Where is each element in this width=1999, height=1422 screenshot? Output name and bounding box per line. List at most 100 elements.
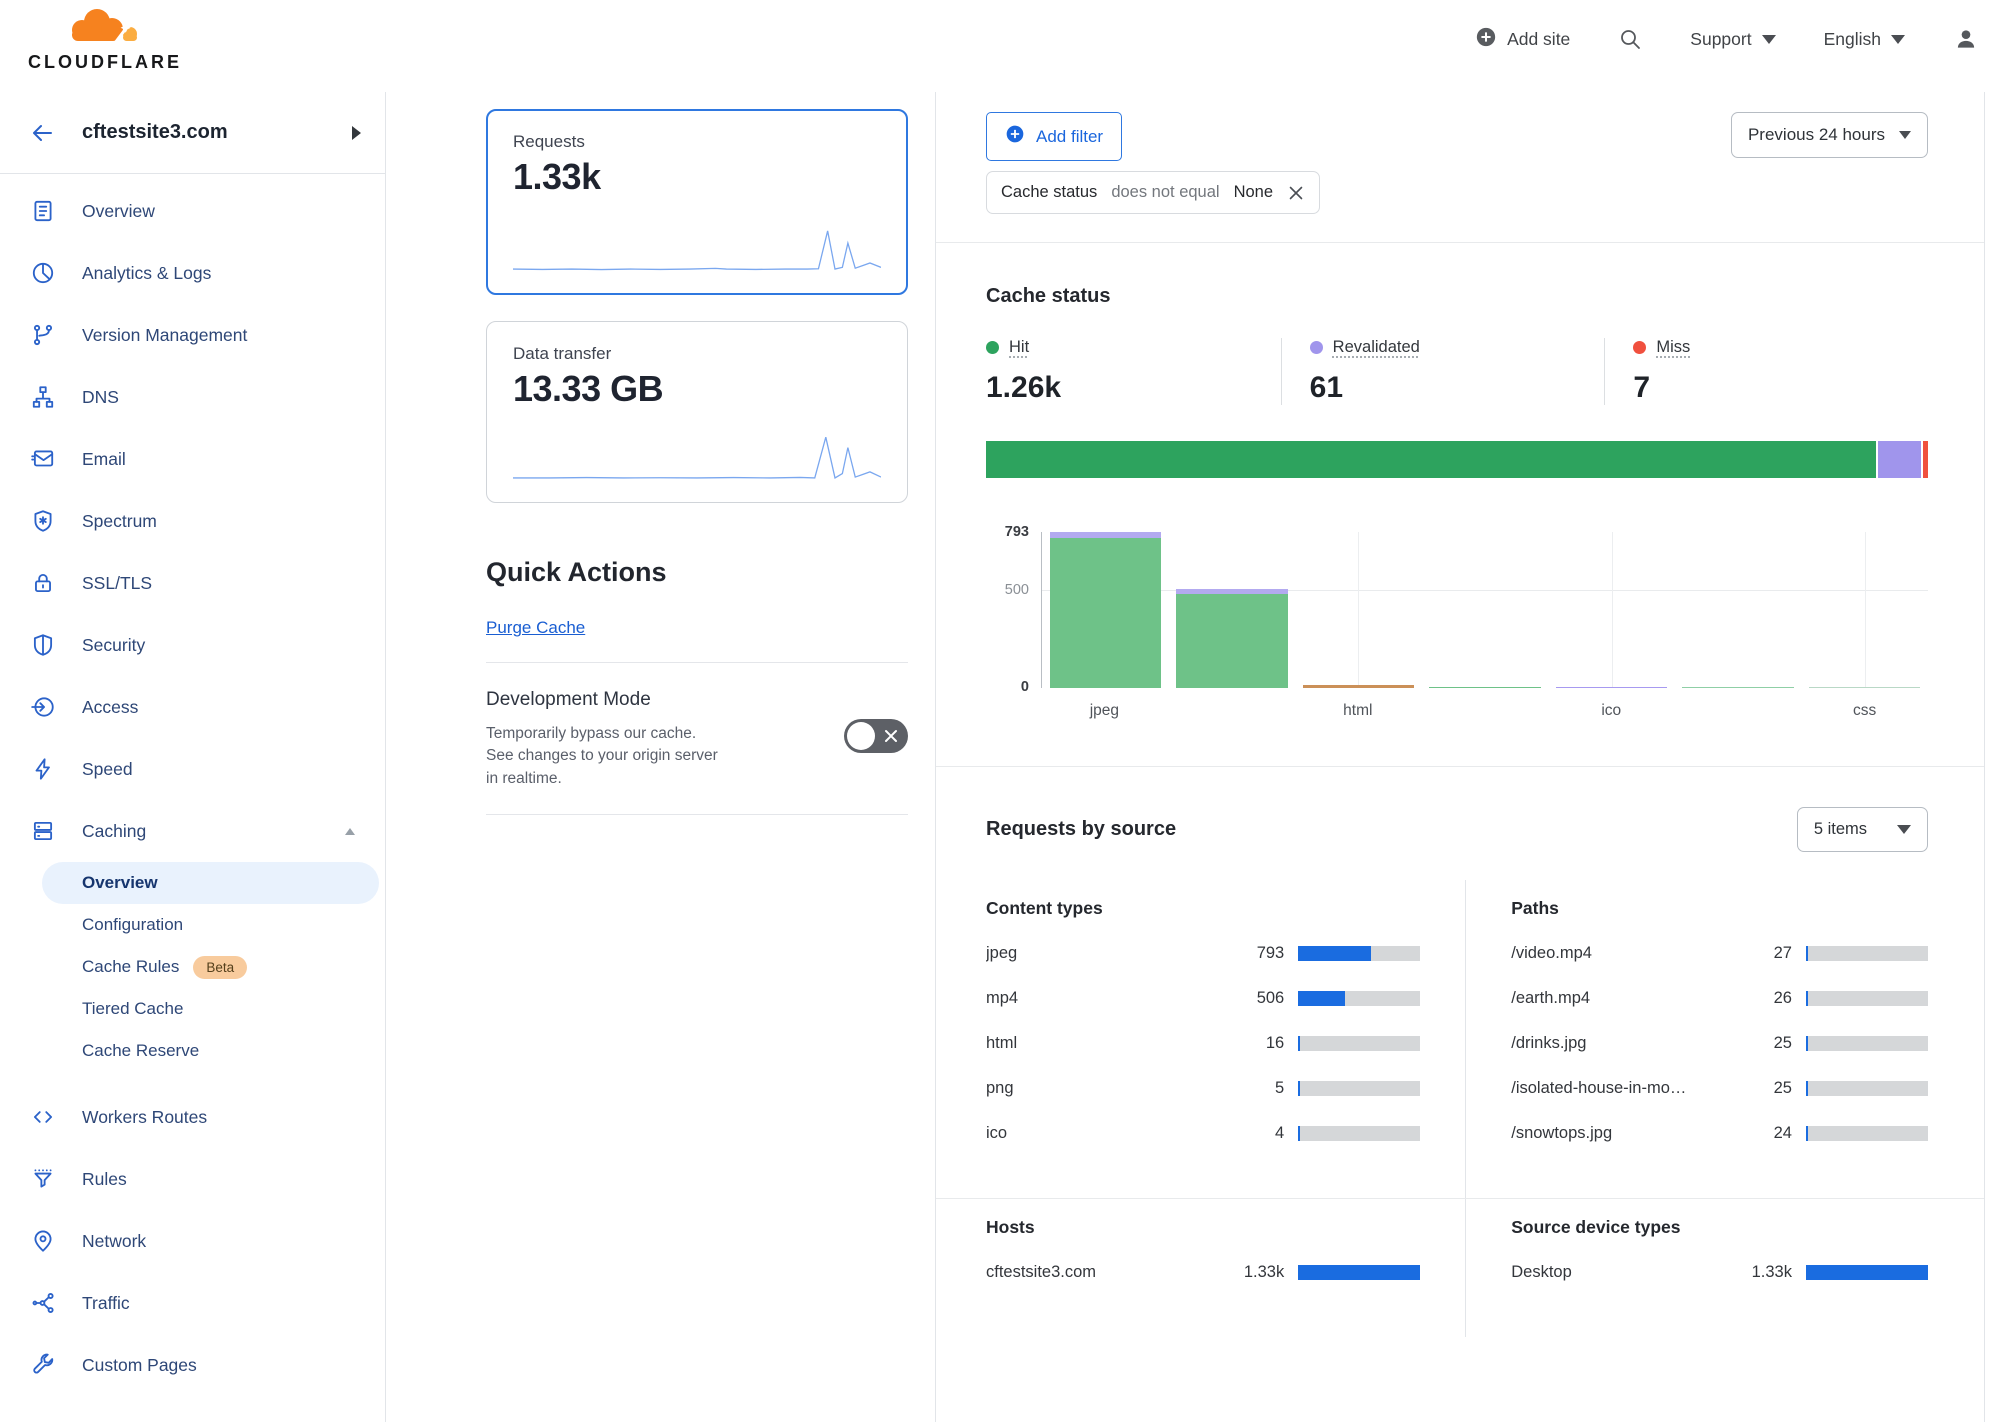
list-item-value: 25 xyxy=(1746,1034,1792,1053)
chevron-down-icon xyxy=(1899,131,1911,139)
bar-slot-3 xyxy=(1422,532,1549,688)
legend-item-revalidated: Revalidated61 xyxy=(1281,338,1605,405)
chart-bars xyxy=(1042,532,1928,688)
list-item-label: mp4 xyxy=(986,989,1238,1008)
items-count-dropdown[interactable]: 5 items xyxy=(1797,807,1928,852)
source-list-hosts: Hostscftestsite3.com1.33k xyxy=(936,1199,1465,1337)
sidebar-item-workers-routes[interactable]: Workers Routes xyxy=(0,1086,385,1148)
sidebar-item-analytics-logs[interactable]: Analytics & Logs xyxy=(0,242,385,304)
chevron-down-icon xyxy=(1762,35,1776,44)
plus-circle-icon xyxy=(1475,26,1497,53)
support-menu[interactable]: Support xyxy=(1690,29,1775,50)
purge-cache-link[interactable]: Purge Cache xyxy=(486,618,585,638)
legend-label-revalidated[interactable]: Revalidated xyxy=(1310,338,1420,357)
sidebar-item-version-management[interactable]: Version Management xyxy=(0,304,385,366)
metric-label: Data transfer xyxy=(513,344,881,364)
development-mode-toggle[interactable] xyxy=(844,719,908,753)
legend-label-miss[interactable]: Miss xyxy=(1633,338,1690,357)
bar-jpeg xyxy=(1050,532,1161,688)
development-mode-text: Development Mode Temporarily bypass our … xyxy=(486,689,844,790)
list-item-value: 25 xyxy=(1746,1079,1792,1098)
custom-pages-icon xyxy=(30,1352,56,1378)
bar-segment xyxy=(1050,538,1161,688)
network-icon xyxy=(30,1228,56,1254)
rules-icon xyxy=(30,1166,56,1192)
sidebar-item-network[interactable]: Network xyxy=(0,1210,385,1272)
email-icon xyxy=(30,446,56,472)
sidebar-item-traffic[interactable]: Traffic xyxy=(0,1272,385,1334)
chart-plot-area xyxy=(1041,532,1928,688)
list-item-value: 1.33k xyxy=(1238,1263,1284,1282)
list-item-jpeg: jpeg793 xyxy=(986,931,1420,976)
active-filter-chip[interactable]: Cache status does not equal None xyxy=(986,171,1320,214)
sidebar-item-label: Analytics & Logs xyxy=(82,263,211,284)
sidebar-subitem-caching-cache-rules[interactable]: Cache RulesBeta xyxy=(0,946,385,988)
sidebar-subitem-caching-tiered-cache[interactable]: Tiered Cache xyxy=(0,988,385,1030)
ssl-icon xyxy=(30,570,56,596)
data-transfer-sparkline-chart xyxy=(513,432,881,484)
sidebar-item-speed[interactable]: Speed xyxy=(0,738,385,800)
legend-label-hit[interactable]: Hit xyxy=(986,338,1029,357)
list-item-bar xyxy=(1806,1081,1928,1096)
filter-bar: Add filter Previous 24 hours Cache statu… xyxy=(936,92,1984,243)
cache-status-section: Cache status Hit1.26kRevalidated61Miss7 … xyxy=(936,243,1984,767)
sidebar-item-rules[interactable]: Rules xyxy=(0,1148,385,1210)
language-menu[interactable]: English xyxy=(1824,29,1905,50)
sidebar-subitem-caching-configuration[interactable]: Configuration xyxy=(0,904,385,946)
divider xyxy=(486,662,908,663)
back-arrow-icon[interactable] xyxy=(30,121,54,145)
sidebar-subitem-caching-cache-reserve[interactable]: Cache Reserve xyxy=(0,1030,385,1072)
sidebar-item-caching[interactable]: Caching xyxy=(0,800,385,862)
add-filter-button[interactable]: Add filter xyxy=(986,112,1122,161)
list-item-earth-mp4: /earth.mp426 xyxy=(1511,976,1928,1021)
list-item-label: cftestsite3.com xyxy=(986,1263,1238,1282)
sidebar-item-email[interactable]: Email xyxy=(0,428,385,490)
cache-status-title: Cache status xyxy=(986,285,1928,308)
plus-circle-icon xyxy=(1005,124,1025,149)
site-switcher-caret-icon[interactable] xyxy=(352,126,361,140)
list-item-label: /video.mp4 xyxy=(1511,944,1746,963)
legend-text: Miss xyxy=(1656,338,1690,357)
sidebar-item-security[interactable]: Security xyxy=(0,614,385,676)
list-item-bar-fill xyxy=(1806,1036,1808,1051)
data-transfer-metric-card[interactable]: Data transfer 13.33 GB xyxy=(486,321,908,503)
sidebar-item-spectrum[interactable]: Spectrum xyxy=(0,490,385,552)
sidebar-item-label: Network xyxy=(82,1231,146,1252)
overview-icon xyxy=(30,198,56,224)
sidebar-item-dns[interactable]: DNS xyxy=(0,366,385,428)
header-actions: Add site Support English xyxy=(1475,26,1979,53)
list-item-desktop: Desktop1.33k xyxy=(1511,1250,1928,1295)
list-item-bar-fill xyxy=(1298,1265,1420,1280)
sidebar-item-label: DNS xyxy=(82,387,119,408)
x-tick-empty xyxy=(1421,702,1548,720)
remove-filter-icon[interactable] xyxy=(1287,184,1305,202)
bar-3 xyxy=(1429,687,1540,688)
search-icon[interactable] xyxy=(1618,27,1642,51)
requests-by-source-title: Requests by source xyxy=(986,818,1176,841)
list-item-value: 1.33k xyxy=(1746,1263,1792,1282)
stacked-segment-hit xyxy=(986,441,1876,478)
list-item-bar xyxy=(1298,946,1420,961)
account-icon[interactable] xyxy=(1953,26,1979,52)
time-range-dropdown[interactable]: Previous 24 hours xyxy=(1731,112,1928,158)
development-mode-section: Development Mode Temporarily bypass our … xyxy=(486,689,908,790)
sidebar-subitem-caching-overview[interactable]: Overview xyxy=(42,862,379,904)
list-item-bar xyxy=(1298,1126,1420,1141)
bar-html xyxy=(1303,685,1414,688)
cloudflare-logo[interactable]: CLOUDFLARE xyxy=(16,5,194,73)
list-item-bar-fill xyxy=(1298,1081,1300,1096)
x-tick-empty xyxy=(1675,702,1802,720)
sidebar-item-label: Speed xyxy=(82,759,133,780)
requests-metric-card[interactable]: Requests 1.33k xyxy=(486,109,908,295)
sidebar-item-ssl-tls[interactable]: SSL/TLS xyxy=(0,552,385,614)
list-item-bar-fill xyxy=(1298,1036,1300,1051)
sidebar-item-overview[interactable]: Overview xyxy=(0,180,385,242)
legend-item-hit: Hit1.26k xyxy=(986,338,1281,405)
analytics-icon xyxy=(30,260,56,286)
beta-badge: Beta xyxy=(193,956,247,979)
sidebar-item-access[interactable]: Access xyxy=(0,676,385,738)
add-site-button[interactable]: Add site xyxy=(1475,26,1570,53)
sidebar-item-label: Custom Pages xyxy=(82,1355,197,1376)
sidebar-item-custom-pages[interactable]: Custom Pages xyxy=(0,1334,385,1396)
list-item-bar-fill xyxy=(1298,991,1344,1006)
